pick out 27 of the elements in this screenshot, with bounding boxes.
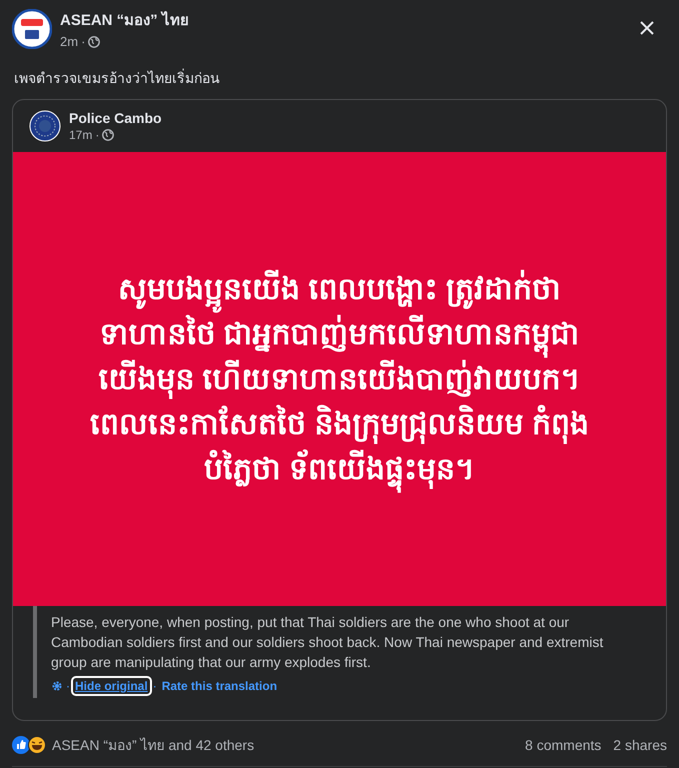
close-icon	[639, 20, 655, 36]
translation-link[interactable]: Rate this translation	[160, 678, 280, 694]
separator-dot: ·	[152, 679, 157, 693]
globe-icon	[88, 36, 100, 48]
share-count[interactable]: 2 shares	[613, 737, 667, 753]
like-reaction-icon[interactable]	[12, 736, 30, 754]
separator-dot: ·	[81, 34, 86, 49]
author-name[interactable]: Police Cambo	[69, 110, 162, 126]
image-text-line: ទាហានថៃ ជាអ្នកបាញ់មកលើទាហានកម្ពុជា	[99, 312, 580, 356]
separator-dot: ·	[66, 679, 70, 693]
translated-text: Please, everyone, when posting, put that Thai soldiers are the one who shoot at our Cambodian soldiers first and our soldiers shoot back. Now Thai newspaper and extremist group are manipulating that our army explodes first.	[51, 613, 604, 672]
page-avatar[interactable]	[12, 8, 52, 48]
comment-count[interactable]: 8 comments	[525, 737, 602, 753]
image-text-line: សូមបងប្អូនយើង ពេលបង្ហោះ ត្រូវដាក់ថា	[118, 266, 561, 312]
reaction-summary[interactable]: ASEAN “มอง” ไทย and 42 others	[52, 734, 254, 756]
post-time[interactable]: 2m	[60, 34, 78, 49]
author-name[interactable]: ASEAN “มอง” ไทย	[60, 8, 189, 32]
image-text-line: បំភ្លៃថា ទ័ពយើងផ្ទុះមុន។	[204, 446, 476, 492]
gear-icon[interactable]	[51, 680, 63, 692]
post-caption: เพจตำรวจเขมรอ้างว่าไทยเริ่มก่อน	[14, 68, 221, 88]
image-text-line: យើងមុន ហើយទាហានយើងបាញ់វាយបក។	[98, 356, 581, 402]
separator-dot: ·	[95, 128, 100, 142]
globe-icon	[102, 129, 114, 141]
translation-link[interactable]: Hide original	[73, 678, 150, 694]
image-text-line: ពេលនេះកាសែតថៃ និងក្រុមជ្រុលនិយម កំពុង	[90, 402, 589, 446]
laughing-reaction-icon[interactable]	[28, 736, 46, 754]
post-time[interactable]: 17m	[69, 128, 92, 142]
